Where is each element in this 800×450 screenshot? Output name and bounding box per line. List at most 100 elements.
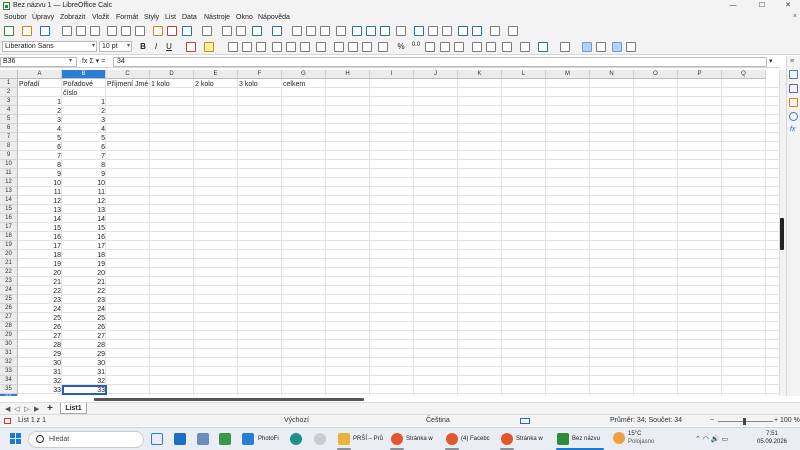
zoom-slider-knob[interactable] [743, 418, 746, 425]
define-print-area-icon[interactable] [458, 26, 468, 36]
menu-napoveda[interactable]: Nápověda [258, 14, 290, 21]
add-sheet-button[interactable]: + [47, 403, 53, 414]
menu-list[interactable]: List [165, 14, 176, 21]
cell-b15[interactable]: 13 [62, 206, 106, 215]
menu-soubor[interactable]: Soubor [4, 14, 27, 21]
cell-b13[interactable]: 11 [62, 188, 106, 197]
cell-b5[interactable]: 3 [62, 116, 106, 125]
align-center-icon[interactable] [242, 42, 252, 52]
cell-a15[interactable]: 13 [18, 206, 62, 215]
insert-image-icon[interactable] [352, 26, 362, 36]
cut-icon[interactable] [107, 26, 117, 36]
zoom-in-button[interactable]: + [774, 417, 778, 424]
cell-d1[interactable]: 1 kolo [151, 80, 170, 89]
open-icon[interactable] [22, 26, 32, 36]
horizontal-scrollbar-thumb[interactable] [94, 398, 364, 401]
cell-b18[interactable]: 16 [62, 233, 106, 242]
cell-b9[interactable]: 7 [62, 152, 106, 161]
cell-a17[interactable]: 15 [18, 224, 62, 233]
row-header-31[interactable]: 31 [0, 349, 18, 358]
left-to-right-icon[interactable] [612, 42, 622, 52]
cell-b11[interactable]: 9 [62, 170, 106, 179]
new-icon[interactable] [4, 26, 14, 36]
cell-b26[interactable]: 24 [62, 305, 106, 314]
close-document-icon[interactable]: × [793, 13, 797, 20]
cell-a19[interactable]: 17 [18, 242, 62, 251]
windows-start-icon[interactable] [10, 433, 22, 445]
first-sheet-icon[interactable]: ◀ [5, 405, 10, 413]
menu-data[interactable]: Data [182, 14, 197, 21]
row-header-27[interactable]: 27 [0, 313, 18, 322]
comment-icon[interactable] [428, 26, 438, 36]
cell-a29[interactable]: 27 [18, 332, 62, 341]
cell-a14[interactable]: 12 [18, 197, 62, 206]
function-wizard-icons[interactable]: fx Σ ▾ = [82, 57, 105, 65]
globe-app-icon[interactable] [314, 433, 326, 445]
sidebar-menu-icon[interactable]: ≡ [790, 58, 794, 65]
merge-center-icon[interactable] [334, 42, 344, 52]
menu-okno[interactable]: Okno [236, 14, 253, 21]
row-header-35[interactable]: 35 [0, 385, 18, 394]
row-header-28[interactable]: 28 [0, 322, 18, 331]
photofiltre-taskbar-label[interactable]: PhotoFi [258, 436, 279, 442]
weather-description[interactable]: Polojasno [628, 439, 654, 445]
cell-b21[interactable]: 19 [62, 260, 106, 269]
gallery-icon[interactable] [789, 98, 798, 107]
row-header-29[interactable]: 29 [0, 331, 18, 340]
cell-b23[interactable]: 21 [62, 278, 106, 287]
row-header-24[interactable]: 24 [0, 286, 18, 295]
cell-a26[interactable]: 24 [18, 305, 62, 314]
maximize-button[interactable]: ☐ [752, 1, 772, 11]
calc-taskbar-label[interactable]: Bez názvu [572, 436, 600, 442]
freeze-rows-columns-icon[interactable] [472, 26, 482, 36]
cell-a6[interactable]: 4 [18, 125, 62, 134]
add-decimal-icon[interactable] [440, 42, 450, 52]
page-style[interactable]: Výchozí [284, 417, 309, 424]
system-tray-icons[interactable]: ⌃ ◠ 🔊 ▭ [695, 435, 728, 443]
cell-b33[interactable]: 31 [62, 368, 106, 377]
weather-temperature[interactable]: 15°C [628, 431, 641, 437]
cell-f1[interactable]: 3 kolo [239, 80, 258, 89]
sort-icon[interactable] [292, 26, 302, 36]
save-icon[interactable] [40, 26, 50, 36]
cell-b3[interactable]: 1 [62, 98, 106, 107]
row-header-2[interactable]: 2 [0, 88, 18, 97]
cell-a32[interactable]: 30 [18, 359, 62, 368]
firefox-window-1-label[interactable]: Stránka w [406, 436, 433, 442]
cell-e1[interactable]: 2 kolo [195, 80, 214, 89]
menu-vlozit[interactable]: Vložit [92, 14, 109, 21]
cell-b8[interactable]: 6 [62, 143, 106, 152]
decrease-indent-icon[interactable] [486, 42, 496, 52]
tab-list1[interactable]: List1 [60, 403, 87, 414]
column-header-h[interactable]: H [326, 70, 370, 79]
cell-a7[interactable]: 5 [18, 134, 62, 143]
row-header-8[interactable]: 8 [0, 142, 18, 151]
border-color-icon[interactable] [538, 42, 548, 52]
cell-b25[interactable]: 23 [62, 296, 106, 305]
column-header-m[interactable]: M [546, 70, 590, 79]
cell-a22[interactable]: 20 [18, 269, 62, 278]
wrap-text-icon[interactable] [316, 42, 326, 52]
firefox-window-2-label[interactable]: (4) Facebc [461, 436, 490, 442]
menu-upravy[interactable]: Úpravy [32, 14, 54, 21]
row-header-20[interactable]: 20 [0, 250, 18, 259]
column-header-p[interactable]: P [678, 70, 722, 79]
last-sheet-icon[interactable]: ▶ [34, 405, 39, 413]
align-left-icon[interactable] [228, 42, 238, 52]
row-header-12[interactable]: 12 [0, 178, 18, 187]
hyperlink-icon[interactable] [414, 26, 424, 36]
sort-descending-icon[interactable] [320, 26, 330, 36]
row-header-17[interactable]: 17 [0, 223, 18, 232]
row-header-16[interactable]: 16 [0, 214, 18, 223]
text-direction-ltr-icon[interactable] [582, 42, 592, 52]
row-header-36[interactable]: 36 [0, 394, 18, 396]
print-preview-icon[interactable] [90, 26, 100, 36]
weather-widget-icon[interactable] [174, 433, 186, 445]
row-header-9[interactable]: 9 [0, 151, 18, 160]
cell-a12[interactable]: 10 [18, 179, 62, 188]
font-name-box[interactable]: Liberation Sans ▾ [2, 41, 97, 52]
zoom-level[interactable]: 100 % [780, 417, 800, 424]
cell-a3[interactable]: 1 [18, 98, 62, 107]
row-header-10[interactable]: 10 [0, 160, 18, 169]
row-header-30[interactable]: 30 [0, 340, 18, 349]
